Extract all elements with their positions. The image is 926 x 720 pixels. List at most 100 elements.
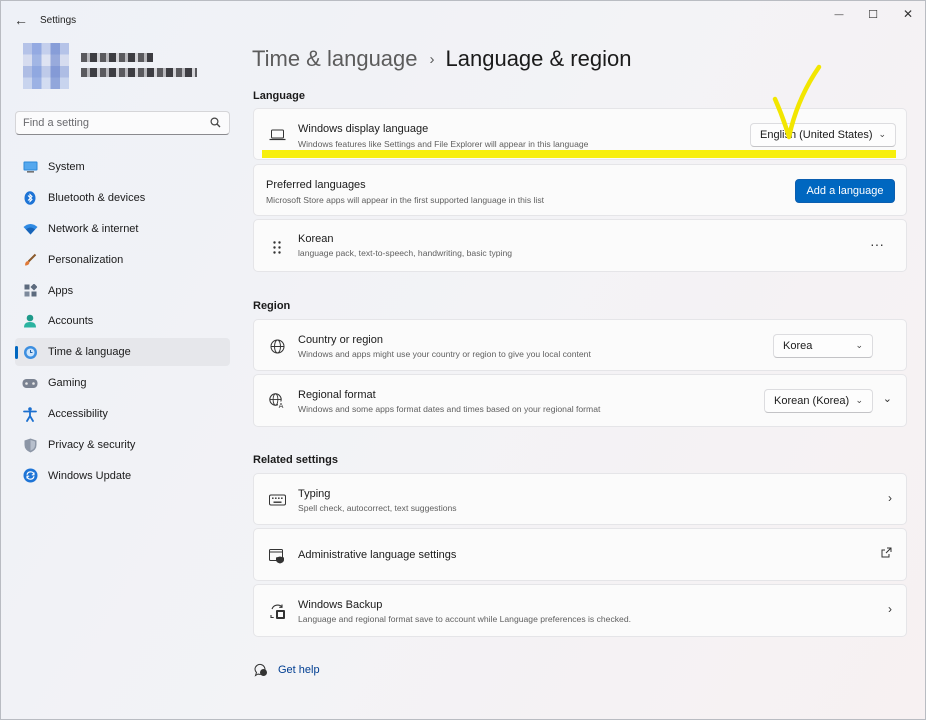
chevron-right-icon: › (888, 491, 892, 505)
search-box[interactable] (15, 111, 230, 135)
get-help-row[interactable]: Get help (253, 662, 320, 678)
sidebar-nav: System Bluetooth & devices Network & int… (15, 153, 230, 493)
person-icon (22, 313, 38, 329)
sidebar-item-label: Accounts (48, 315, 94, 328)
korean-language-card[interactable]: Korean language pack, text-to-speech, ha… (253, 219, 907, 272)
sidebar-item-time-language[interactable]: Time & language (15, 338, 230, 367)
chevron-right-icon: › (888, 602, 892, 616)
sidebar-item-accounts[interactable]: Accounts (15, 307, 230, 335)
sidebar-item-accessibility[interactable]: Accessibility (15, 400, 230, 428)
section-title-region: Region (253, 300, 291, 312)
more-options-icon[interactable]: ··· (870, 236, 884, 252)
country-region-subtitle: Windows and apps might use your country … (298, 349, 591, 359)
external-link-icon (881, 547, 892, 561)
admin-language-title: Administrative language settings (298, 549, 457, 561)
sidebar-item-label: Time & language (48, 346, 131, 359)
search-input[interactable] (23, 117, 203, 129)
close-button[interactable]: ✕ (892, 5, 924, 23)
section-title-language: Language (253, 90, 305, 102)
sidebar-item-label: Network & internet (48, 222, 139, 235)
svg-text:A: A (278, 402, 283, 409)
update-icon (22, 468, 38, 484)
sidebar-item-label: Privacy & security (48, 439, 136, 452)
laptop-icon (268, 126, 286, 144)
typing-title: Typing (298, 488, 331, 500)
regional-format-card[interactable]: A Regional format Windows and some apps … (253, 374, 907, 427)
shield-icon (22, 437, 38, 453)
regional-format-icon: A (268, 392, 286, 410)
sidebar-item-system[interactable]: System (15, 153, 230, 181)
sidebar-item-bluetooth[interactable]: Bluetooth & devices (15, 184, 230, 212)
sidebar-item-network[interactable]: Network & internet (15, 215, 230, 243)
country-region-dropdown[interactable]: Korea ⌄ (773, 334, 873, 358)
sidebar-item-label: Windows Update (48, 469, 132, 482)
preferred-languages-card: Preferred languages Microsoft Store apps… (253, 164, 907, 216)
add-language-button[interactable]: Add a language (795, 179, 895, 203)
profile-email-redacted (81, 68, 197, 77)
checkmark-annotation (772, 64, 822, 140)
typing-subtitle: Spell check, autocorrect, text suggestio… (298, 503, 457, 513)
chevron-down-icon: ⌄ (878, 129, 886, 139)
get-help-link[interactable]: Get help (278, 664, 320, 676)
typing-card[interactable]: Typing Spell check, autocorrect, text su… (253, 473, 907, 525)
profile-name-redacted (81, 53, 153, 62)
regional-format-subtitle: Windows and some apps format dates and t… (298, 404, 601, 414)
globe-icon (268, 337, 286, 355)
settings-window: ← Settings — ☐ ✕ System (0, 0, 926, 720)
drag-handle-icon[interactable] (268, 238, 286, 256)
search-icon[interactable] (210, 117, 221, 131)
sidebar-item-label: Personalization (48, 253, 124, 266)
chevron-right-icon: › (429, 50, 435, 68)
regional-format-value: Korean (Korea) (774, 395, 850, 407)
sidebar-item-label: Apps (48, 284, 74, 297)
help-icon (253, 662, 269, 678)
country-region-title: Country or region (298, 334, 383, 346)
korean-title: Korean (298, 233, 334, 245)
page-title: Language & region (445, 46, 632, 71)
bluetooth-icon (22, 190, 38, 206)
country-region-card: Country or region Windows and apps might… (253, 319, 907, 371)
backup-icon (268, 602, 286, 620)
sidebar-item-label: Bluetooth & devices (48, 191, 146, 204)
display-language-subtitle: Windows features like Settings and File … (298, 139, 589, 149)
preferred-languages-subtitle: Microsoft Store apps will appear in the … (266, 195, 545, 205)
brush-icon (22, 252, 38, 268)
sidebar-item-apps[interactable]: Apps (15, 277, 230, 305)
sidebar-item-windows-update[interactable]: Windows Update (15, 462, 230, 490)
maximize-button[interactable]: ☐ (857, 5, 889, 23)
country-region-value: Korea (783, 340, 813, 352)
chevron-down-icon: ⌄ (855, 395, 863, 405)
wifi-icon (22, 221, 38, 237)
close-icon: ✕ (902, 7, 914, 21)
admin-language-card[interactable]: Administrative language settings (253, 528, 907, 581)
korean-subtitle: language pack, text-to-speech, handwriti… (298, 248, 513, 258)
monitor-icon (22, 159, 38, 175)
windows-backup-card[interactable]: Windows Backup Language and regional for… (253, 584, 907, 637)
globe-clock-icon (22, 344, 38, 360)
windows-backup-title: Windows Backup (298, 599, 383, 611)
sidebar-item-privacy[interactable]: Privacy & security (15, 431, 230, 459)
sidebar-item-personalization[interactable]: Personalization (15, 246, 230, 274)
regional-format-title: Regional format (298, 389, 376, 401)
regional-format-dropdown[interactable]: Korean (Korea) ⌄ (764, 389, 873, 413)
avatar[interactable] (23, 43, 69, 89)
sidebar-item-label: Gaming (48, 377, 87, 390)
keyboard-icon (268, 491, 286, 509)
sidebar-item-label: System (48, 161, 85, 173)
apps-icon (22, 283, 38, 299)
sidebar-item-gaming[interactable]: Gaming (15, 369, 230, 397)
preferred-languages-title: Preferred languages (266, 179, 366, 191)
accessibility-icon (22, 406, 38, 422)
maximize-icon: ☐ (868, 8, 878, 21)
sidebar-item-label: Accessibility (48, 408, 108, 421)
minimize-button[interactable]: — (823, 5, 855, 23)
gamepad-icon (22, 375, 38, 391)
back-button[interactable]: ← (9, 9, 33, 31)
windows-backup-subtitle: Language and regional format save to acc… (298, 614, 631, 624)
section-title-related: Related settings (253, 454, 338, 466)
expand-chevron-icon[interactable]: ⌄ (883, 392, 892, 405)
display-language-title: Windows display language (298, 123, 429, 135)
highlight-underline (262, 150, 896, 158)
admin-settings-icon (268, 547, 286, 565)
breadcrumb-parent[interactable]: Time & language (252, 46, 418, 72)
